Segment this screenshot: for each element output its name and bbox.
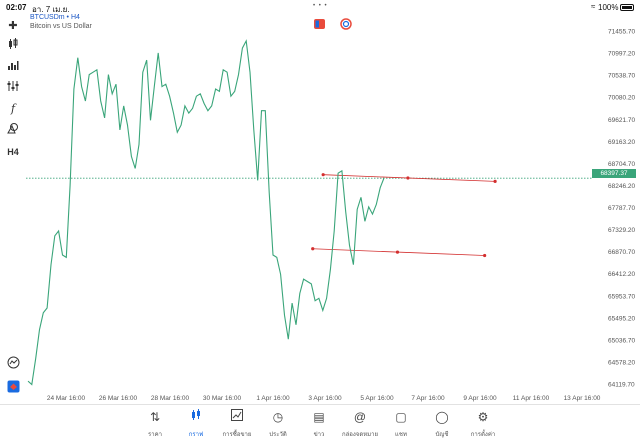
one-click-trading-icon[interactable] bbox=[340, 18, 352, 30]
trendline-anchor[interactable] bbox=[395, 250, 400, 254]
y-tick-label: 69621.70 bbox=[608, 117, 635, 124]
x-tick-label: 26 Mar 16:00 bbox=[99, 395, 138, 402]
price-series-line bbox=[27, 39, 385, 386]
status-time: 02:07 bbox=[6, 3, 27, 12]
nav-trade[interactable]: การซื้อขาย bbox=[217, 409, 257, 439]
y-tick-label: 65953.70 bbox=[608, 293, 635, 300]
buy-sell-toggle-icon[interactable] bbox=[314, 19, 325, 29]
account-icon: ◯ bbox=[435, 410, 449, 424]
x-tick-label: 5 Apr 16:00 bbox=[360, 395, 394, 402]
y-tick-label: 66412.20 bbox=[608, 271, 635, 278]
chat-icon: ▢ bbox=[395, 410, 407, 424]
y-tick-label: 65036.70 bbox=[608, 337, 635, 344]
bottom-navigation: ⇅ ราคา กราฟ การซื้อขาย ◷ ประวัติ ▤ ข่าว … bbox=[0, 404, 640, 447]
y-tick-label: 67329.20 bbox=[608, 227, 635, 234]
bar-chart-icon[interactable] bbox=[4, 59, 22, 75]
y-tick-label: 70538.70 bbox=[608, 73, 635, 80]
nav-settings[interactable]: ⚙ การตั้งค่า bbox=[463, 409, 503, 439]
history-icon: ◷ bbox=[272, 410, 284, 424]
indicator-icon[interactable] bbox=[4, 80, 22, 96]
price-chart[interactable]: 71455.70 70997.20 70538.70 70080.20 69621.70… bbox=[26, 14, 640, 406]
wifi-icon: ≈ bbox=[591, 2, 596, 11]
y-tick-label: 64578.20 bbox=[608, 359, 635, 366]
x-tick-label: 3 Apr 16:00 bbox=[308, 395, 342, 402]
candles-icon[interactable] bbox=[4, 38, 22, 54]
x-tick-label: 9 Apr 16:00 bbox=[463, 395, 497, 402]
trade-signal-icon[interactable] bbox=[4, 356, 22, 372]
y-tick-label: 69163.20 bbox=[608, 139, 635, 146]
trendline-anchor[interactable] bbox=[311, 247, 315, 251]
chart-icon bbox=[176, 409, 216, 425]
y-tick-label: 70997.20 bbox=[608, 51, 635, 58]
status-bar: 02:07 อา. 7 เม.ย. • • • ≈ 100% bbox=[0, 0, 640, 14]
y-tick-label: 64119.70 bbox=[608, 382, 635, 389]
x-tick-label: 7 Apr 16:00 bbox=[411, 395, 445, 402]
y-tick-label: 71455.70 bbox=[608, 29, 635, 36]
x-tick-label: 11 Apr 16:00 bbox=[513, 395, 550, 402]
x-tick-label: 30 Mar 16:00 bbox=[203, 395, 242, 402]
x-tick-label: 1 Apr 16:00 bbox=[256, 395, 290, 402]
x-tick-label: 13 Apr 16:00 bbox=[564, 395, 601, 402]
y-tick-label: 68704.70 bbox=[608, 161, 635, 168]
nav-account[interactable]: ◯ บัญชี bbox=[422, 409, 462, 439]
mailbox-icon: @ bbox=[353, 410, 367, 424]
left-toolbar: ✚ f H4 bbox=[0, 14, 26, 404]
current-price-badge: 68397.37 bbox=[592, 169, 636, 178]
x-tick-label: 28 Mar 16:00 bbox=[151, 395, 190, 402]
y-tick-label: 70080.20 bbox=[608, 95, 635, 102]
y-tick-label: 68246.20 bbox=[608, 183, 635, 190]
nav-news[interactable]: ▤ ข่าว bbox=[299, 409, 339, 439]
battery-percent: 100% bbox=[598, 3, 619, 12]
trendline-anchor[interactable] bbox=[483, 253, 487, 258]
y-tick-label: 67787.70 bbox=[608, 205, 635, 212]
trendline-anchor[interactable] bbox=[321, 173, 325, 177]
y-tick-label: 66870.70 bbox=[608, 249, 635, 256]
timeframe-button[interactable]: H4 bbox=[4, 144, 22, 160]
nav-history[interactable]: ◷ ประวัติ bbox=[258, 409, 298, 439]
crosshair-icon[interactable]: ✚ bbox=[4, 18, 22, 34]
trade-icon bbox=[217, 409, 257, 425]
nav-quotes[interactable]: ⇅ ราคา bbox=[135, 409, 175, 439]
nav-chat[interactable]: ▢ แชท bbox=[381, 409, 421, 439]
app-logo-icon[interactable] bbox=[4, 380, 22, 396]
trendline-anchor[interactable] bbox=[406, 176, 410, 180]
nav-mailbox[interactable]: @ กล่องจดหมาย bbox=[340, 409, 380, 439]
nav-chart[interactable]: กราฟ bbox=[176, 409, 216, 439]
multitask-dots[interactable]: • • • bbox=[313, 3, 328, 9]
x-tick-label: 24 Mar 16:00 bbox=[47, 395, 86, 402]
function-icon[interactable]: f bbox=[4, 101, 22, 117]
settings-icon: ⚙ bbox=[477, 410, 489, 424]
battery-icon bbox=[620, 4, 634, 11]
y-tick-label: 65495.20 bbox=[608, 315, 635, 322]
news-icon: ▤ bbox=[313, 410, 325, 424]
trendline-anchor[interactable] bbox=[493, 179, 497, 184]
chart-area[interactable]: 71455.70 70997.20 70538.70 70080.20 69621.70… bbox=[26, 14, 640, 406]
quotes-icon: ⇅ bbox=[149, 410, 161, 424]
shapes-icon[interactable] bbox=[4, 122, 22, 138]
